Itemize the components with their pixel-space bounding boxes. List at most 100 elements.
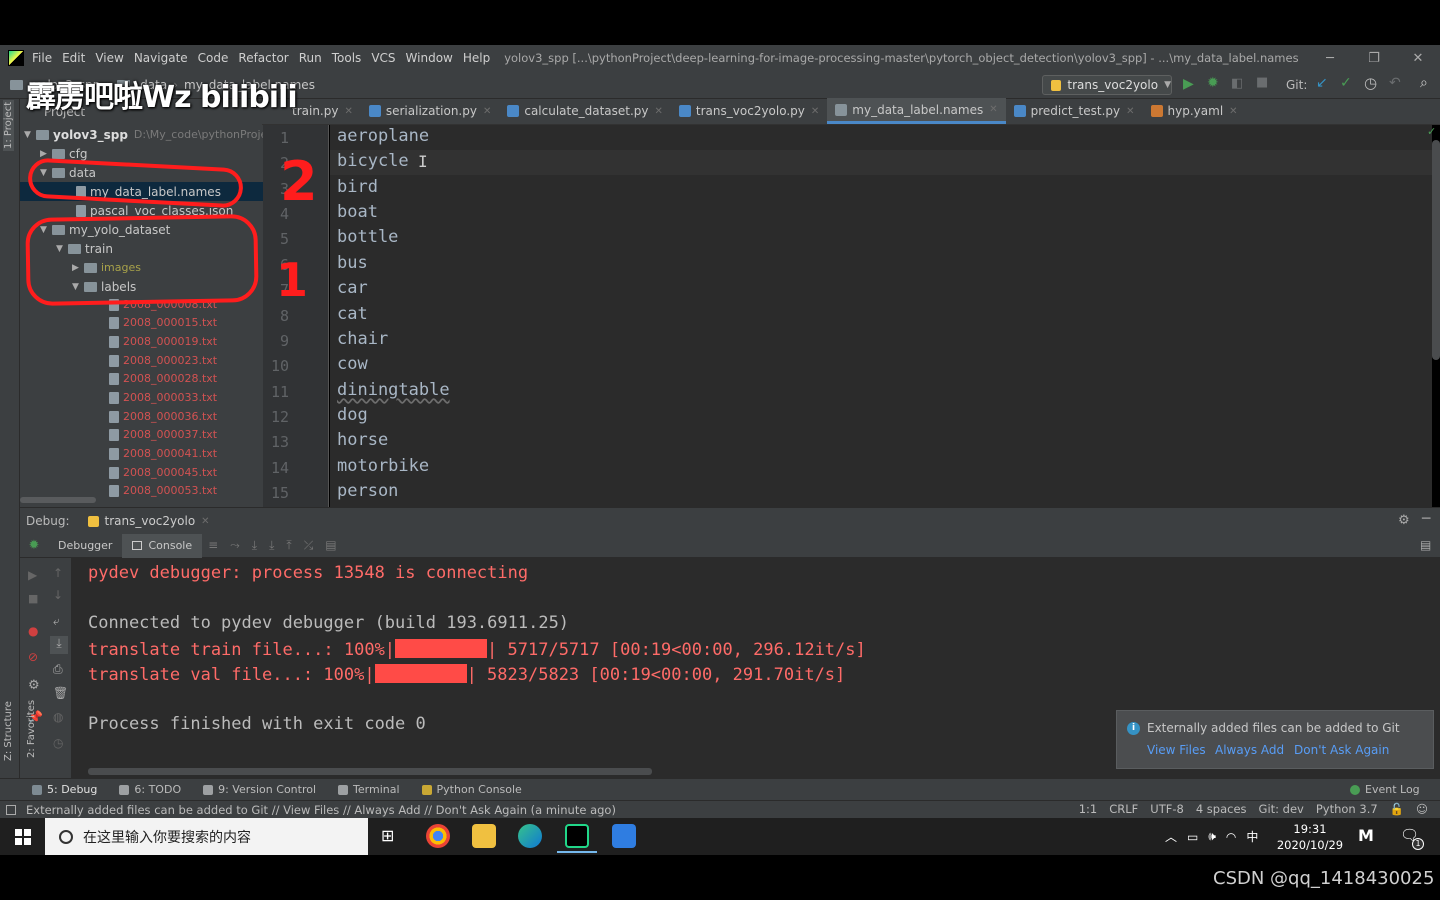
file-explorer-icon[interactable] [472,824,496,848]
tab-predict-test-py[interactable]: predict_test.py ✕ [1006,98,1143,124]
up-arrow-icon[interactable]: ↑ [53,566,63,580]
resume-icon[interactable]: ▶ [28,568,37,582]
taskbar-search-box[interactable]: 在这里输入你要搜索的内容 [45,818,368,855]
label-file-row[interactable]: 2008_000037.txt [109,425,217,444]
label-file-row[interactable]: 2008_000015.txt [109,313,217,332]
python-prompt-icon[interactable]: ◍ [53,710,63,724]
git-update-icon[interactable]: ↙ [1316,75,1328,91]
battery-icon[interactable]: ▭ [1187,830,1198,844]
input-method-indicator[interactable]: 中 [1246,828,1258,845]
history-icon[interactable]: ◷ [1364,74,1377,92]
stop-icon[interactable]: ■ [28,592,38,605]
tab-calculate-dataset-py[interactable]: calculate_dataset.py ✕ [499,98,671,124]
down-arrow-icon[interactable]: ↓ [53,588,63,602]
project-horizontal-scrollbar[interactable] [20,497,96,503]
menu-edit[interactable]: Edit [62,51,85,65]
history-icon[interactable]: ◷ [53,736,63,750]
print-icon[interactable]: ⎙ [53,662,63,677]
terminal-tool-button[interactable]: Terminal [338,783,400,796]
scroll-to-end-icon[interactable]: ⤓ [50,636,68,654]
line-separator[interactable]: CRLF [1109,802,1138,816]
breakpoints-icon[interactable]: ● [28,624,38,638]
tab-trans-voc2yolo-py[interactable]: trans_voc2yolo.py ✕ [671,98,827,124]
volume-icon[interactable]: 🕪 [1208,829,1216,844]
close-icon[interactable]: ✕ [811,106,819,117]
debug-config-tab[interactable]: trans_voc2yolo [105,514,196,528]
stop-icon[interactable]: ■ [1256,75,1268,90]
label-file-row[interactable]: 2008_000041.txt [109,444,217,463]
close-icon[interactable]: ✕ [989,104,997,115]
python-interpreter[interactable]: Python 3.7 [1316,802,1378,816]
event-log-button[interactable]: Event Log [1350,783,1420,796]
dont-ask-again-link[interactable]: Don't Ask Again [1294,743,1389,757]
gear-icon[interactable]: ⚙ [1398,513,1410,528]
status-toggle-icon[interactable] [6,804,16,815]
debug-bug-icon[interactable]: ✹ [1207,75,1219,91]
task-view-icon[interactable]: ⊞ [381,826,394,845]
label-file-row[interactable]: 2008_000045.txt [109,463,217,482]
wifi-icon[interactable]: ◠ [1226,830,1236,844]
run-config-dropdown[interactable]: trans_voc2yolo ▼ [1042,75,1172,95]
soft-wrap-icon[interactable]: ⤶ [53,614,60,629]
menu-vcs[interactable]: VCS [371,51,395,65]
menu-navigate[interactable]: Navigate [134,51,188,65]
start-button[interactable] [0,818,45,855]
file-encoding[interactable]: UTF-8 [1150,802,1184,816]
label-file-row[interactable]: 2008_000053.txt [109,481,217,500]
vcs-branch[interactable]: Git: dev [1259,802,1304,816]
version-control-tool-button[interactable]: 9: Version Control [203,783,316,796]
close-icon[interactable]: ✕ [483,106,491,117]
tree-root[interactable]: ▼ yolov3_spp D:\My_code\pythonProje [24,125,263,144]
taskbar-clock[interactable]: 19:31 2020/10/29 [1276,821,1344,853]
indent-setting[interactable]: 4 spaces [1196,802,1247,816]
git-commit-icon[interactable]: ✓ [1340,75,1352,91]
pycharm-icon[interactable] [557,824,597,853]
menu-refactor[interactable]: Refactor [238,51,288,65]
tab-hyp-yaml[interactable]: hyp.yaml ✕ [1143,98,1246,124]
caret-position[interactable]: 1:1 [1079,802,1098,816]
status-message[interactable]: Externally added files can be added to G… [26,803,616,817]
close-icon[interactable]: ✕ [344,106,352,117]
lock-icon[interactable]: 🔓 [1390,802,1404,816]
tab-my-data-label-names[interactable]: my_data_label.names ✕ [827,98,1006,124]
view-files-link[interactable]: View Files [1147,743,1206,757]
run-icon[interactable]: ▶ [1183,76,1194,92]
tab-debugger[interactable]: Debugger [48,534,122,558]
project-tool-tab[interactable]: 1: Project [3,99,14,151]
tray-app-icon[interactable]: M [1358,826,1374,845]
debug-tool-button[interactable]: 5: Debug [32,783,97,796]
trash-icon[interactable]: 🗑 [53,686,68,700]
close-icon[interactable]: ✕ [655,106,663,117]
close-icon[interactable]: ✕ [201,516,209,527]
editor-vertical-scrollbar[interactable] [1432,140,1440,360]
menu-run[interactable]: Run [299,51,322,65]
code-editor[interactable] [330,125,1432,507]
word-icon[interactable] [612,824,636,848]
minimize-button[interactable]: ─ [1308,45,1352,71]
coverage-icon[interactable]: ◧ [1231,76,1243,91]
tab-console[interactable]: Console [122,533,203,558]
restore-button[interactable]: ❐ [1352,45,1396,71]
menu-window[interactable]: Window [406,51,453,65]
label-file-row[interactable]: 2008_000019.txt [109,332,217,351]
label-file-row[interactable]: 2008_000028.txt [109,369,217,388]
chevron-up-icon[interactable]: ︿ [1165,828,1177,845]
favorites-tool-tab[interactable]: 2: Favorites [26,700,37,758]
always-add-link[interactable]: Always Add [1215,743,1284,757]
search-icon[interactable]: ⌕ [1420,75,1428,91]
mute-breakpoints-icon[interactable]: ⊘ [28,650,38,664]
label-file-row[interactable]: 2008_000033.txt [109,388,217,407]
label-file-row[interactable]: 2008_000023.txt [109,351,217,370]
tab-serialization-py[interactable]: serialization.py ✕ [361,98,500,124]
menu-code[interactable]: Code [198,51,229,65]
settings-icon[interactable]: ⚙ [28,678,40,693]
menu-tools[interactable]: Tools [332,51,362,65]
inspector-icon[interactable]: ☺ [1416,802,1428,816]
menu-file[interactable]: File [32,51,52,65]
rollback-icon[interactable]: ↶ [1389,75,1401,91]
structure-tool-tab[interactable]: Z: Structure [3,701,14,761]
edge-icon[interactable] [518,824,542,848]
debug-step-icons[interactable]: ≡⤳⤓⤓⤒⤰▤ [208,538,349,553]
close-window-button[interactable]: ✕ [1396,45,1440,71]
close-icon[interactable]: ✕ [1229,106,1237,117]
